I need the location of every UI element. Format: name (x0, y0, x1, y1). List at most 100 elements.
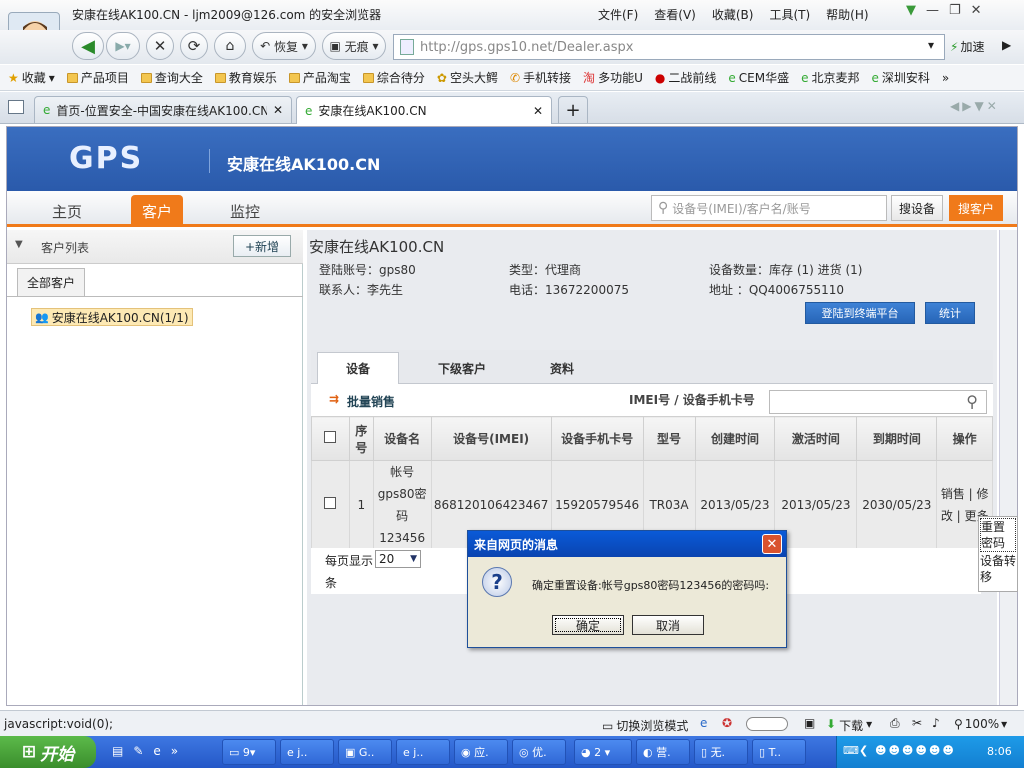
keyboard-icon[interactable]: ⌨ (843, 744, 859, 757)
search-input[interactable]: ⚲ 设备号(IMEI)/客户名/账号 (651, 195, 887, 221)
taskbar-item[interactable]: ▯ 无. (694, 739, 748, 765)
print-icon[interactable]: ⎙ (890, 716, 900, 731)
taskbar-item[interactable]: e j.. (280, 739, 334, 765)
taskbar-item[interactable]: ◕ 2 ▾ (574, 739, 632, 765)
quick-launch-more-icon[interactable]: » (171, 744, 178, 758)
close-tab-icon[interactable]: ✕ (533, 104, 543, 118)
per-page-select[interactable]: 20 ▼ (375, 550, 421, 568)
customer-list-header: ▼ 客户列表 +新增 (7, 230, 303, 264)
row-checkbox[interactable] (324, 497, 337, 509)
taskbar-item[interactable]: ▭ 9 ▾ (222, 739, 276, 765)
screenshot-icon[interactable]: ✂ (912, 716, 922, 730)
nav-home[interactable]: 主页 (41, 195, 93, 227)
back-button[interactable]: ◀ (72, 32, 104, 60)
login-terminal-button[interactable]: 登陆到终端平台 (805, 302, 915, 324)
taskbar-item[interactable]: e j.. (396, 739, 450, 765)
menu-item-transfer-device[interactable]: 设备转移 (980, 553, 1016, 585)
menu-item-reset-password[interactable]: 重置密码 (980, 518, 1016, 552)
new-tab-button[interactable]: + (558, 96, 588, 123)
tab-close-all-icon[interactable]: ✕ (987, 99, 997, 113)
bookmark-item[interactable]: e 北京麦邦 (801, 69, 859, 86)
bookmark-item[interactable]: 淘多功能U (583, 69, 643, 86)
bookmark-item[interactable]: 综合待分 (362, 69, 425, 86)
tab-sub-customers[interactable]: 下级客户 (421, 352, 503, 384)
search-customer-button[interactable]: 搜客户 (949, 195, 1003, 221)
address-bar[interactable]: http://gps.gps10.net/Dealer.aspx (393, 34, 945, 60)
tray-expand-icon[interactable]: ❮ (859, 744, 868, 757)
menu-tools[interactable]: 工具(T) (769, 6, 810, 23)
tab-list-icon[interactable]: ▼ (974, 99, 983, 113)
bookmark-item[interactable]: 产品项目 (66, 69, 129, 86)
bookmark-item[interactable]: 产品淘宝 (288, 69, 351, 86)
restore-tab-button[interactable]: ↶ 恢复 ▾ (252, 32, 316, 60)
bookmark-item[interactable]: e CEM华盛 (728, 69, 789, 86)
quick-launch-icon[interactable]: ▤ (112, 744, 123, 758)
sidebar-toggle-icon[interactable] (8, 100, 24, 114)
home-button[interactable]: ⌂ (214, 32, 246, 60)
bookmark-item[interactable]: 教育娱乐 (214, 69, 277, 86)
tree-item-customer[interactable]: 👥 安康在线AK100.CN(1/1) (31, 308, 193, 326)
search-icon[interactable]: ⚲ (966, 392, 978, 411)
search-device-button[interactable]: 搜设备 (891, 195, 943, 221)
dialog-close-icon[interactable]: ✕ (762, 534, 782, 554)
skin-icon[interactable]: ▼ (906, 3, 916, 18)
ie-mode-icon[interactable]: e (700, 716, 707, 730)
download-button[interactable]: ⬇ 下载 ▾ (826, 717, 872, 734)
zoom-control[interactable]: ⚲ 100% ▾ (954, 717, 1007, 731)
tab-all-customers[interactable]: 全部客户 (17, 268, 85, 296)
refresh-button[interactable]: ⟳ (180, 32, 208, 60)
speedup-button[interactable]: ⚡ 加速 (950, 38, 984, 55)
toggle-icon[interactable] (746, 717, 788, 731)
menu-favorites[interactable]: 收藏(B) (712, 6, 754, 23)
ok-button[interactable]: 确定 (552, 615, 624, 635)
tab-active[interactable]: e 安康在线AK100.CN ✕ (296, 96, 552, 124)
restore-icon[interactable]: ❐ (949, 3, 961, 18)
bookmark-item[interactable]: ✆ 手机转接 (510, 69, 571, 86)
close-tab-icon[interactable]: ✕ (273, 103, 283, 117)
menu-file[interactable]: 文件(F) (598, 6, 638, 23)
switch-mode-button[interactable]: ▭ 切换浏览模式 (602, 717, 688, 734)
stop-button[interactable]: ✕ (146, 32, 174, 60)
start-button[interactable]: ⊞ 开始 (0, 736, 96, 768)
tab-profile[interactable]: 资料 (521, 352, 603, 384)
collapse-icon[interactable]: ▼ (15, 239, 23, 250)
page-scrollbar[interactable] (999, 230, 1017, 705)
quick-launch-icon[interactable]: ✎ (133, 744, 143, 758)
cancel-button[interactable]: 取消 (632, 615, 704, 635)
bookmark-item[interactable]: ● 二战前线 (655, 69, 717, 86)
add-customer-button[interactable]: +新增 (233, 235, 291, 257)
tab-homepage[interactable]: e 首页-位置安全-中国安康在线AK100.CN ✕ (34, 96, 292, 123)
taskbar-item[interactable]: ▯ T.. (752, 739, 806, 765)
nav-monitor[interactable]: 监控 (219, 195, 271, 227)
menu-help[interactable]: 帮助(H) (826, 6, 868, 23)
taskbar-item[interactable]: ◐ 营. (636, 739, 690, 765)
bookmark-item[interactable]: e 深圳安科 (871, 69, 929, 86)
statistics-button[interactable]: 统计 (925, 302, 975, 324)
taskbar-item[interactable]: ◉ 应. (454, 739, 508, 765)
tab-left-icon[interactable]: ◀ (950, 99, 959, 113)
bookmark-favorites[interactable]: ★ 收藏 ▾ (8, 69, 55, 86)
tray-icons[interactable]: ☻☻☻☻☻☻ (875, 744, 956, 757)
minimize-icon[interactable]: — (926, 3, 939, 18)
imei-search-input[interactable]: ⚲ (769, 390, 987, 414)
security-icon[interactable]: ✪ (722, 716, 732, 730)
address-dropdown-icon[interactable]: ▾ (928, 38, 934, 52)
taskbar-item[interactable]: ◎ 优. (512, 739, 566, 765)
quick-launch-icon[interactable]: e (153, 744, 160, 758)
forward-button[interactable]: ▶▾ (106, 32, 140, 60)
select-all-checkbox[interactable] (324, 431, 337, 443)
tab-right-icon[interactable]: ▶ (962, 99, 971, 113)
close-icon[interactable]: ✕ (971, 3, 982, 18)
go-icon[interactable]: ▶ (1002, 38, 1011, 52)
tab-devices[interactable]: 设备 (317, 352, 399, 384)
volume-icon[interactable]: ♪ (932, 716, 940, 730)
window-switch-icon[interactable]: ▣ (804, 716, 815, 730)
nav-customers[interactable]: 客户 (131, 195, 183, 227)
taskbar-item[interactable]: ▣ G.. (338, 739, 392, 765)
bookmark-item[interactable]: ✿ 空头大鳄 (437, 69, 498, 86)
bookmark-item[interactable]: 查询大全 (140, 69, 203, 86)
no-trace-button[interactable]: ▣ 无痕 ▾ (322, 32, 386, 60)
batch-sell-link[interactable]: 批量销售 (347, 393, 395, 410)
bookmarks-more-icon[interactable]: » (942, 71, 949, 85)
menu-view[interactable]: 查看(V) (654, 6, 696, 23)
